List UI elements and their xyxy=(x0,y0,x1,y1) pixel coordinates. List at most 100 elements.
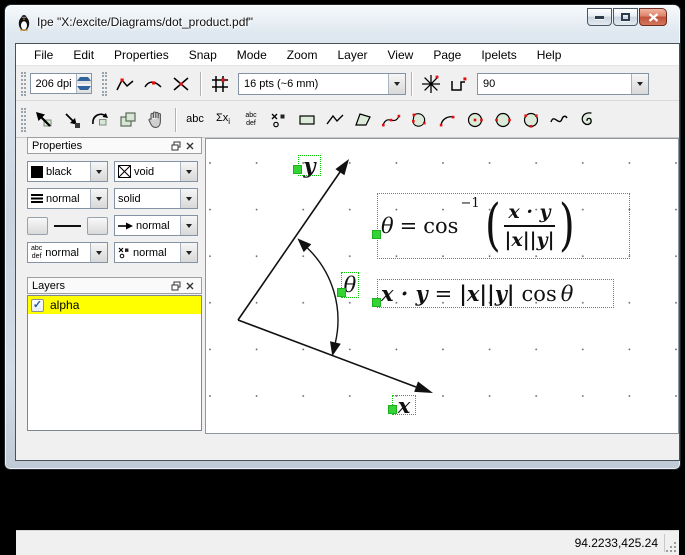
menu-edit[interactable]: Edit xyxy=(63,45,104,65)
menu-layer[interactable]: Layer xyxy=(327,45,377,65)
grid-resolution-spinbox[interactable]: 206 dpi xyxy=(30,73,92,94)
float-icon xyxy=(171,281,181,291)
ink-tool-button[interactable] xyxy=(573,106,601,134)
close-button[interactable] xyxy=(639,8,667,26)
maximize-button[interactable] xyxy=(613,8,638,26)
rectangle-tool-button[interactable] xyxy=(293,106,321,134)
float-icon xyxy=(171,141,181,151)
minimize-button[interactable] xyxy=(587,8,612,26)
spin-down-icon[interactable] xyxy=(77,84,91,94)
menu-snap[interactable]: Snap xyxy=(179,45,227,65)
menu-help[interactable]: Help xyxy=(527,45,572,65)
chevron-down-icon xyxy=(186,251,192,255)
circle-two-points-tool-button[interactable] xyxy=(489,106,517,134)
snap-intersection-button[interactable] xyxy=(167,70,195,98)
menu-properties[interactable]: Properties xyxy=(104,45,179,65)
mark-shape-icon xyxy=(118,247,130,259)
snap-grid-button[interactable] xyxy=(206,70,234,98)
formula-dot-product[interactable]: x · y = |x||y| cos θ xyxy=(377,279,614,308)
fill-style-combobox[interactable]: void xyxy=(114,161,198,182)
splinegon-tool-button[interactable] xyxy=(405,106,433,134)
close-panel-button[interactable] xyxy=(183,139,197,152)
selection-handle[interactable] xyxy=(388,405,397,414)
translate-tool-button[interactable] xyxy=(58,106,86,134)
grid-size-combobox[interactable]: 16 pts (~6 mm) xyxy=(238,73,406,95)
menu-page[interactable]: Page xyxy=(423,45,471,65)
close-panel-button[interactable] xyxy=(183,279,197,292)
splinegon-tool-icon xyxy=(408,109,430,131)
pan-hand-icon xyxy=(145,109,167,131)
curve-tool-button[interactable] xyxy=(545,106,573,134)
selection-handle[interactable] xyxy=(372,230,381,239)
forward-arrow-toggle-button[interactable] xyxy=(87,217,108,235)
layer-visibility-checkbox[interactable]: ✓ xyxy=(31,299,44,312)
properties-panel-titlebar[interactable]: Properties xyxy=(27,137,202,154)
selection-handle[interactable] xyxy=(337,288,346,297)
polygon-tool-button[interactable] xyxy=(349,106,377,134)
selection-handle[interactable] xyxy=(372,298,381,307)
stroke-color-swatch-icon xyxy=(31,166,43,178)
arrow-line-preview xyxy=(54,225,81,227)
reverse-arrow-toggle-button[interactable] xyxy=(27,217,48,235)
menu-ipelets[interactable]: Ipelets xyxy=(471,45,526,65)
spline-tool-button[interactable] xyxy=(377,106,405,134)
marks-tool-button[interactable] xyxy=(265,106,293,134)
mark-shape-combobox[interactable]: normal xyxy=(114,242,198,263)
snap-vertex-button[interactable] xyxy=(111,70,139,98)
formula-theta-acos[interactable]: θ=cos−1 ( x · y |x||y| ) xyxy=(377,193,630,259)
layers-panel-titlebar[interactable]: Layers xyxy=(27,277,202,294)
paragraph-tool-button[interactable]: abcdef xyxy=(237,106,265,134)
drawing-canvas[interactable]: y θ x θ=cos−1 ( x · y |x||y| xyxy=(206,139,678,433)
menu-bar: File Edit Properties Snap Mode Zoom Laye… xyxy=(16,44,679,66)
curve-tool-icon xyxy=(548,109,570,131)
snap-boundary-button[interactable] xyxy=(139,70,167,98)
title-bar[interactable]: Ipe "X:/excite/Diagrams/dot_product.pdf" xyxy=(5,5,680,39)
spinner-buttons[interactable] xyxy=(76,74,91,93)
circle-three-points-tool-button[interactable] xyxy=(517,106,545,134)
dropdown-button[interactable] xyxy=(631,74,648,94)
stroke-color-combobox[interactable]: black xyxy=(27,161,108,182)
toolbar-drag-handle[interactable] xyxy=(21,72,26,96)
layers-list: ✓ alpha xyxy=(27,295,202,431)
stretch-tool-button[interactable] xyxy=(114,106,142,134)
rectangle-tool-icon xyxy=(296,109,318,131)
polyline-tool-button[interactable] xyxy=(321,106,349,134)
text-style-combobox[interactable]: abcdefnormal xyxy=(27,242,108,263)
menu-file[interactable]: File xyxy=(24,45,63,65)
dropdown-button[interactable] xyxy=(388,74,405,94)
arc-tool-button[interactable] xyxy=(433,106,461,134)
chevron-down-icon xyxy=(186,170,192,174)
layer-row-alpha[interactable]: ✓ alpha xyxy=(28,296,201,314)
math-tool-button[interactable]: Σxi xyxy=(209,106,237,134)
circle-three-points-tool-icon xyxy=(520,109,542,131)
rotate-tool-button[interactable] xyxy=(86,106,114,134)
mark-shape-value: normal xyxy=(133,247,167,259)
dash-style-combobox[interactable]: solid xyxy=(114,188,198,209)
polygon-tool-icon xyxy=(352,109,374,131)
toolbar-drag-handle[interactable] xyxy=(102,72,107,96)
circle-center-tool-button[interactable] xyxy=(461,106,489,134)
ipe-penguin-app-icon xyxy=(17,14,31,31)
pan-tool-button[interactable] xyxy=(142,106,170,134)
snap-auto-angle-button[interactable] xyxy=(445,70,473,98)
mode-toolbar: abc Σxi abcdef xyxy=(16,102,679,138)
menu-view[interactable]: View xyxy=(378,45,424,65)
pen-width-combobox[interactable]: normal xyxy=(27,188,108,209)
snap-angle-button[interactable] xyxy=(417,70,445,98)
toolbar-separator xyxy=(200,72,201,96)
toolbar-drag-handle[interactable] xyxy=(21,108,26,132)
void-fill-icon xyxy=(118,165,131,178)
menu-mode[interactable]: Mode xyxy=(227,45,277,65)
spin-up-icon[interactable] xyxy=(77,74,91,84)
float-panel-button[interactable] xyxy=(169,279,183,292)
resize-grip[interactable] xyxy=(666,542,677,553)
selection-handle[interactable] xyxy=(293,165,302,174)
arrow-style-combobox[interactable]: normal xyxy=(114,215,198,236)
angle-combobox[interactable]: 90 xyxy=(477,73,649,95)
float-panel-button[interactable] xyxy=(169,139,183,152)
circle-two-points-tool-icon xyxy=(492,109,514,131)
label-tool-button[interactable]: abc xyxy=(181,106,209,134)
close-icon xyxy=(186,282,194,290)
select-tool-button[interactable] xyxy=(30,106,58,134)
menu-zoom[interactable]: Zoom xyxy=(277,45,328,65)
